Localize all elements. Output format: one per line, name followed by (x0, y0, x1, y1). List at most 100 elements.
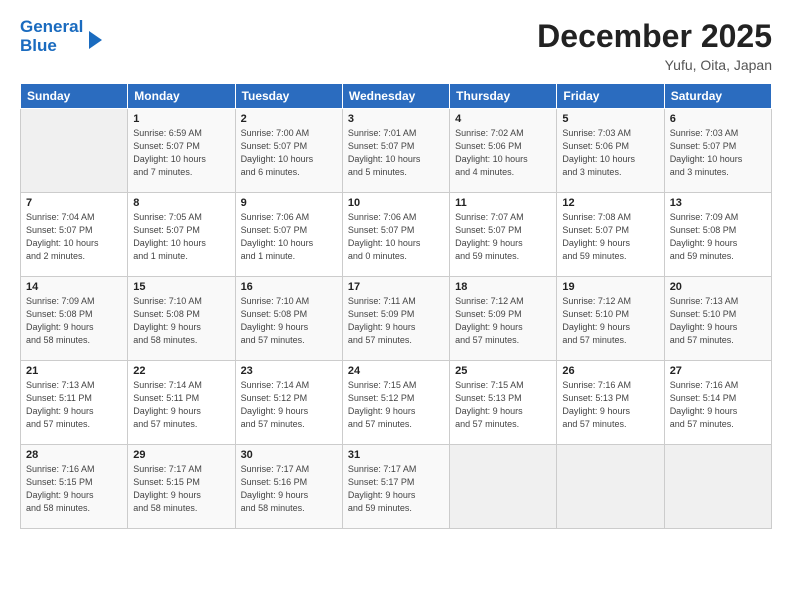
day-number: 16 (241, 281, 337, 293)
header-row: SundayMondayTuesdayWednesdayThursdayFrid… (21, 84, 772, 109)
cal-cell (450, 445, 557, 529)
cal-cell: 2 Sunrise: 7:00 AM Sunset: 5:07 PM Daylig… (235, 109, 342, 193)
cell-detail: Sunrise: 7:05 AM Sunset: 5:07 PM Dayligh… (133, 211, 229, 263)
cell-detail: Sunrise: 7:00 AM Sunset: 5:07 PM Dayligh… (241, 127, 337, 179)
cal-cell: 4Sunrise: 7:02 AM Sunset: 5:06 PM Daylig… (450, 109, 557, 193)
day-number: 22 (133, 365, 229, 377)
day-number: 1 (133, 113, 229, 125)
week-row-3: 14Sunrise: 7:09 AM Sunset: 5:08 PM Dayli… (21, 277, 772, 361)
day-number: 2 (241, 113, 337, 125)
cell-detail: Sunrise: 7:10 AM Sunset: 5:08 PM Dayligh… (133, 295, 229, 347)
cal-cell: 6 Sunrise: 7:03 AM Sunset: 5:07 PM Daylig… (664, 109, 771, 193)
day-number: 25 (455, 365, 551, 377)
day-number: 14 (26, 281, 122, 293)
cell-detail: Sunrise: 7:12 AM Sunset: 5:09 PM Dayligh… (455, 295, 551, 347)
cal-cell: 26Sunrise: 7:16 AM Sunset: 5:13 PM Dayli… (557, 361, 664, 445)
cal-cell: 31Sunrise: 7:17 AM Sunset: 5:17 PM Dayli… (342, 445, 449, 529)
month-title: December 2025 (537, 18, 772, 55)
day-number: 28 (26, 449, 122, 461)
cal-cell: 5 Sunrise: 7:03 AM Sunset: 5:06 PM Daylig… (557, 109, 664, 193)
cal-cell: 8 Sunrise: 7:05 AM Sunset: 5:07 PM Daylig… (128, 193, 235, 277)
day-number: 19 (562, 281, 658, 293)
cal-cell: 20Sunrise: 7:13 AM Sunset: 5:10 PM Dayli… (664, 277, 771, 361)
cell-detail: Sunrise: 7:14 AM Sunset: 5:12 PM Dayligh… (241, 379, 337, 431)
week-row-5: 28Sunrise: 7:16 AM Sunset: 5:15 PM Dayli… (21, 445, 772, 529)
cell-detail: Sunrise: 7:12 AM Sunset: 5:10 PM Dayligh… (562, 295, 658, 347)
header-cell-saturday: Saturday (664, 84, 771, 109)
day-number: 13 (670, 197, 766, 209)
cell-detail: Sunrise: 7:03 AM Sunset: 5:06 PM Dayligh… (562, 127, 658, 179)
day-number: 18 (455, 281, 551, 293)
day-number: 5 (562, 113, 658, 125)
day-number: 6 (670, 113, 766, 125)
cell-detail: Sunrise: 7:16 AM Sunset: 5:13 PM Dayligh… (562, 379, 658, 431)
cal-cell: 27 Sunrise: 7:16 AM Sunset: 5:14 PM Dayli… (664, 361, 771, 445)
cell-detail: Sunrise: 7:03 AM Sunset: 5:07 PM Dayligh… (670, 127, 766, 179)
calendar-table: SundayMondayTuesdayWednesdayThursdayFrid… (20, 83, 772, 529)
cal-cell: 13 Sunrise: 7:09 AM Sunset: 5:08 PM Dayli… (664, 193, 771, 277)
cal-cell (557, 445, 664, 529)
cell-detail: Sunrise: 7:16 AM Sunset: 5:14 PM Dayligh… (670, 379, 766, 431)
location-subtitle: Yufu, Oita, Japan (537, 57, 772, 73)
cell-detail: Sunrise: 7:13 AM Sunset: 5:11 PM Dayligh… (26, 379, 122, 431)
day-number: 24 (348, 365, 444, 377)
cal-cell: 19 Sunrise: 7:12 AM Sunset: 5:10 PM Dayli… (557, 277, 664, 361)
cell-detail: Sunrise: 7:15 AM Sunset: 5:12 PM Dayligh… (348, 379, 444, 431)
day-number: 4 (455, 113, 551, 125)
header: General Blue December 2025 Yufu, Oita, J… (20, 18, 772, 73)
cal-cell: 17 Sunrise: 7:11 AM Sunset: 5:09 PM Dayli… (342, 277, 449, 361)
cal-cell: 11 Sunrise: 7:07 AM Sunset: 5:07 PM Dayli… (450, 193, 557, 277)
week-row-2: 7Sunrise: 7:04 AM Sunset: 5:07 PM Daylig… (21, 193, 772, 277)
day-number: 11 (455, 197, 551, 209)
day-number: 30 (241, 449, 337, 461)
header-cell-thursday: Thursday (450, 84, 557, 109)
cal-cell: 3 Sunrise: 7:01 AM Sunset: 5:07 PM Daylig… (342, 109, 449, 193)
logo-blue: Blue (20, 36, 57, 55)
header-cell-monday: Monday (128, 84, 235, 109)
header-cell-friday: Friday (557, 84, 664, 109)
cal-cell: 10Sunrise: 7:06 AM Sunset: 5:07 PM Dayli… (342, 193, 449, 277)
cal-cell: 14Sunrise: 7:09 AM Sunset: 5:08 PM Dayli… (21, 277, 128, 361)
day-number: 3 (348, 113, 444, 125)
cal-cell: 18 Sunrise: 7:12 AM Sunset: 5:09 PM Dayli… (450, 277, 557, 361)
cal-cell: 23Sunrise: 7:14 AM Sunset: 5:12 PM Dayli… (235, 361, 342, 445)
cell-detail: Sunrise: 7:04 AM Sunset: 5:07 PM Dayligh… (26, 211, 122, 263)
logo: General Blue (20, 18, 102, 55)
cal-cell: 21 Sunrise: 7:13 AM Sunset: 5:11 PM Dayli… (21, 361, 128, 445)
logo-text-block: General Blue (20, 18, 83, 55)
cell-detail: Sunrise: 7:07 AM Sunset: 5:07 PM Dayligh… (455, 211, 551, 263)
day-number: 17 (348, 281, 444, 293)
cal-cell: 30Sunrise: 7:17 AM Sunset: 5:16 PM Dayli… (235, 445, 342, 529)
cell-detail: Sunrise: 7:06 AM Sunset: 5:07 PM Dayligh… (241, 211, 337, 263)
day-number: 27 (670, 365, 766, 377)
cal-cell: 24 Sunrise: 7:15 AM Sunset: 5:12 PM Dayli… (342, 361, 449, 445)
header-cell-wednesday: Wednesday (342, 84, 449, 109)
cell-detail: Sunrise: 7:09 AM Sunset: 5:08 PM Dayligh… (670, 211, 766, 263)
cal-cell: 15 Sunrise: 7:10 AM Sunset: 5:08 PM Dayli… (128, 277, 235, 361)
cell-detail: Sunrise: 7:11 AM Sunset: 5:09 PM Dayligh… (348, 295, 444, 347)
day-number: 29 (133, 449, 229, 461)
cal-cell: 22Sunrise: 7:14 AM Sunset: 5:11 PM Dayli… (128, 361, 235, 445)
title-block: December 2025 Yufu, Oita, Japan (537, 18, 772, 73)
cell-detail: Sunrise: 6:59 AM Sunset: 5:07 PM Dayligh… (133, 127, 229, 179)
day-number: 20 (670, 281, 766, 293)
cal-cell: 25Sunrise: 7:15 AM Sunset: 5:13 PM Dayli… (450, 361, 557, 445)
day-number: 9 (241, 197, 337, 209)
week-row-1: 1 Sunrise: 6:59 AM Sunset: 5:07 PM Daylig… (21, 109, 772, 193)
cal-cell (664, 445, 771, 529)
cell-detail: Sunrise: 7:01 AM Sunset: 5:07 PM Dayligh… (348, 127, 444, 179)
week-row-4: 21 Sunrise: 7:13 AM Sunset: 5:11 PM Dayli… (21, 361, 772, 445)
cell-detail: Sunrise: 7:17 AM Sunset: 5:15 PM Dayligh… (133, 463, 229, 515)
cal-cell: 12Sunrise: 7:08 AM Sunset: 5:07 PM Dayli… (557, 193, 664, 277)
day-number: 15 (133, 281, 229, 293)
cal-cell: 1 Sunrise: 6:59 AM Sunset: 5:07 PM Daylig… (128, 109, 235, 193)
header-cell-sunday: Sunday (21, 84, 128, 109)
logo-arrow-icon (89, 31, 102, 49)
day-number: 21 (26, 365, 122, 377)
day-number: 10 (348, 197, 444, 209)
day-number: 8 (133, 197, 229, 209)
cal-cell: 16 Sunrise: 7:10 AM Sunset: 5:08 PM Dayli… (235, 277, 342, 361)
cell-detail: Sunrise: 7:10 AM Sunset: 5:08 PM Dayligh… (241, 295, 337, 347)
cal-cell (21, 109, 128, 193)
cal-cell: 9 Sunrise: 7:06 AM Sunset: 5:07 PM Daylig… (235, 193, 342, 277)
